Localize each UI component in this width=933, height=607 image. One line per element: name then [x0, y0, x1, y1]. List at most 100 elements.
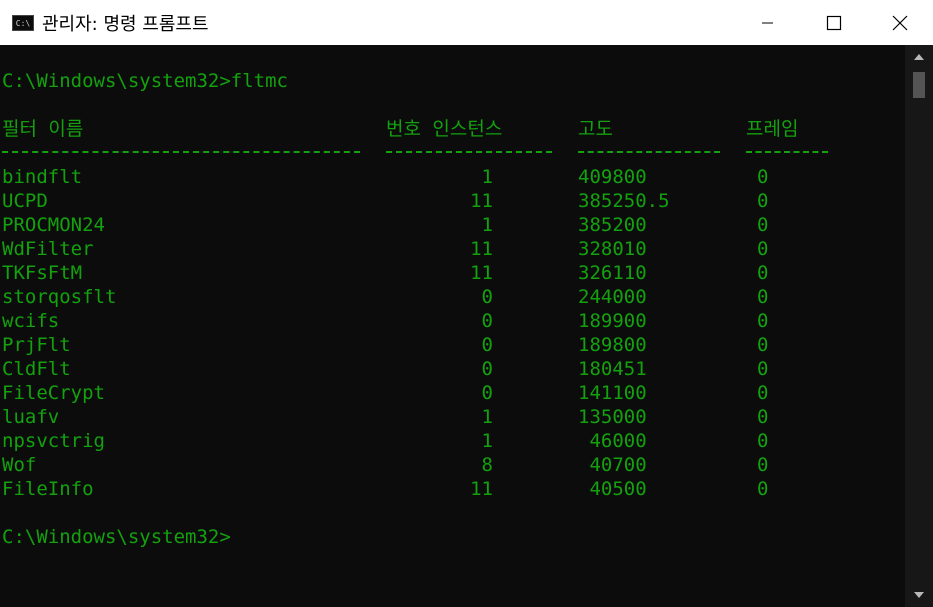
instances-cell: 1	[481, 166, 493, 188]
instances-cell: 0	[481, 382, 493, 404]
command-line: C:\Windows\system32>fltmc	[0, 69, 905, 93]
filter-name-cell: bindflt	[2, 166, 83, 188]
header-altitude: 고도	[578, 118, 613, 140]
frame-cell: 0	[757, 430, 769, 452]
window-title: 관리자: 명령 프롬프트	[42, 13, 209, 35]
close-button[interactable]	[867, 0, 933, 45]
instances-cell: 8	[481, 454, 493, 476]
filter-name-cell: FileCrypt	[2, 382, 105, 404]
header-row: 필터 이름 번호 인스턴스 고도 프레임	[0, 117, 905, 141]
scroll-up-button[interactable]	[905, 45, 933, 69]
title-bar[interactable]: C:\ 관리자: 명령 프롬프트	[0, 0, 933, 45]
altitude-cell: 409800	[578, 166, 647, 188]
table-row: bindflt 1 409800 0	[0, 165, 905, 189]
scroll-up-arrow-icon	[914, 54, 924, 60]
altitude-cell: 326110	[578, 262, 647, 284]
frame-cell: 0	[757, 358, 769, 380]
frame-cell: 0	[757, 382, 769, 404]
filter-name-cell: wcifs	[2, 310, 60, 332]
instances-cell: 11	[470, 238, 493, 260]
scroll-down-arrow-icon	[914, 592, 924, 598]
minimize-icon	[762, 22, 773, 23]
frame-cell: 0	[757, 310, 769, 332]
altitude-cell: 40700	[578, 454, 647, 476]
altitude-cell: 46000	[578, 430, 647, 452]
altitude-cell: 135000	[578, 406, 647, 428]
console-app-icon[interactable]: C:\	[12, 14, 34, 31]
header-instances: 번호 인스턴스	[386, 118, 503, 140]
prompt-text: C:\Windows\system32>	[2, 526, 231, 548]
altitude-cell: 180451	[578, 358, 647, 380]
instances-cell: 11	[470, 478, 493, 500]
minimize-button[interactable]	[735, 0, 801, 45]
table-row: PROCMON24 1 385200 0	[0, 213, 905, 237]
frame-cell: 0	[757, 214, 769, 236]
table-row: WdFilter 11 328010 0	[0, 237, 905, 261]
instances-cell: 1	[481, 406, 493, 428]
frame-cell: 0	[757, 262, 769, 284]
instances-cell: 0	[481, 310, 493, 332]
filter-name-cell: FileInfo	[2, 478, 94, 500]
header-frame: 프레임	[746, 118, 799, 140]
altitude-cell: 385200	[578, 214, 647, 236]
separator-frame	[746, 151, 828, 153]
instances-cell: 11	[470, 190, 493, 212]
instances-cell: 0	[481, 286, 493, 308]
filter-name-cell: storqosflt	[2, 286, 117, 308]
table-row: TKFsFtM 11 326110 0	[0, 261, 905, 285]
filter-name-cell: WdFilter	[2, 238, 94, 260]
table-row: wcifs 0 189900 0	[0, 309, 905, 333]
table-row: UCPD 11 385250.5 0	[0, 189, 905, 213]
scroll-down-button[interactable]	[905, 583, 933, 607]
prompt-line: C:\Windows\system32>	[0, 525, 905, 549]
instances-cell: 0	[481, 334, 493, 356]
terminal-output[interactable]: C:\Windows\system32>fltmc 필터 이름 번호 인스턴스 …	[0, 45, 905, 607]
table-row: FileInfo 11 40500 0	[0, 477, 905, 501]
frame-cell: 0	[757, 334, 769, 356]
table-row: PrjFlt 0 189800 0	[0, 333, 905, 357]
table-row: npsvctrig 1 46000 0	[0, 429, 905, 453]
altitude-cell: 189900	[578, 310, 647, 332]
console-window: C:\ 관리자: 명령 프롬프트 C:\Windows\system32>flt…	[0, 0, 933, 607]
table-row: CldFlt 0 180451 0	[0, 357, 905, 381]
filter-name-cell: npsvctrig	[2, 430, 105, 452]
table-row: luafv 1 135000 0	[0, 405, 905, 429]
frame-cell: 0	[757, 286, 769, 308]
altitude-cell: 40500	[578, 478, 647, 500]
altitude-cell: 328010	[578, 238, 647, 260]
frame-cell: 0	[757, 190, 769, 212]
separator-instances	[386, 151, 552, 153]
separator-name	[2, 151, 360, 153]
frame-cell: 0	[757, 478, 769, 500]
table-row: storqosflt 0 244000 0	[0, 285, 905, 309]
instances-cell: 1	[481, 214, 493, 236]
frame-cell: 0	[757, 454, 769, 476]
altitude-cell: 385250.5	[578, 190, 670, 212]
altitude-cell: 189800	[578, 334, 647, 356]
altitude-cell: 141100	[578, 382, 647, 404]
command-text: C:\Windows\system32>fltmc	[2, 70, 288, 92]
table-row: FileCrypt 0 141100 0	[0, 381, 905, 405]
header-filter-name: 필터 이름	[2, 118, 84, 140]
filter-name-cell: UCPD	[2, 190, 48, 212]
window-controls	[735, 0, 933, 45]
separator-row	[0, 141, 905, 165]
filter-name-cell: PrjFlt	[2, 334, 71, 356]
table-row: Wof 8 40700 0	[0, 453, 905, 477]
frame-cell: 0	[757, 406, 769, 428]
filter-name-cell: CldFlt	[2, 358, 71, 380]
filter-name-cell: PROCMON24	[2, 214, 105, 236]
scroll-thumb[interactable]	[913, 72, 925, 98]
separator-altitude	[578, 151, 720, 153]
vertical-scrollbar[interactable]	[905, 45, 933, 607]
filter-name-cell: Wof	[2, 454, 37, 476]
frame-cell: 0	[757, 166, 769, 188]
maximize-icon	[826, 15, 842, 30]
maximize-button[interactable]	[801, 0, 867, 45]
filter-name-cell: luafv	[2, 406, 60, 428]
instances-cell: 1	[481, 430, 493, 452]
close-icon	[892, 15, 908, 30]
instances-cell: 0	[481, 358, 493, 380]
altitude-cell: 244000	[578, 286, 647, 308]
frame-cell: 0	[757, 238, 769, 260]
